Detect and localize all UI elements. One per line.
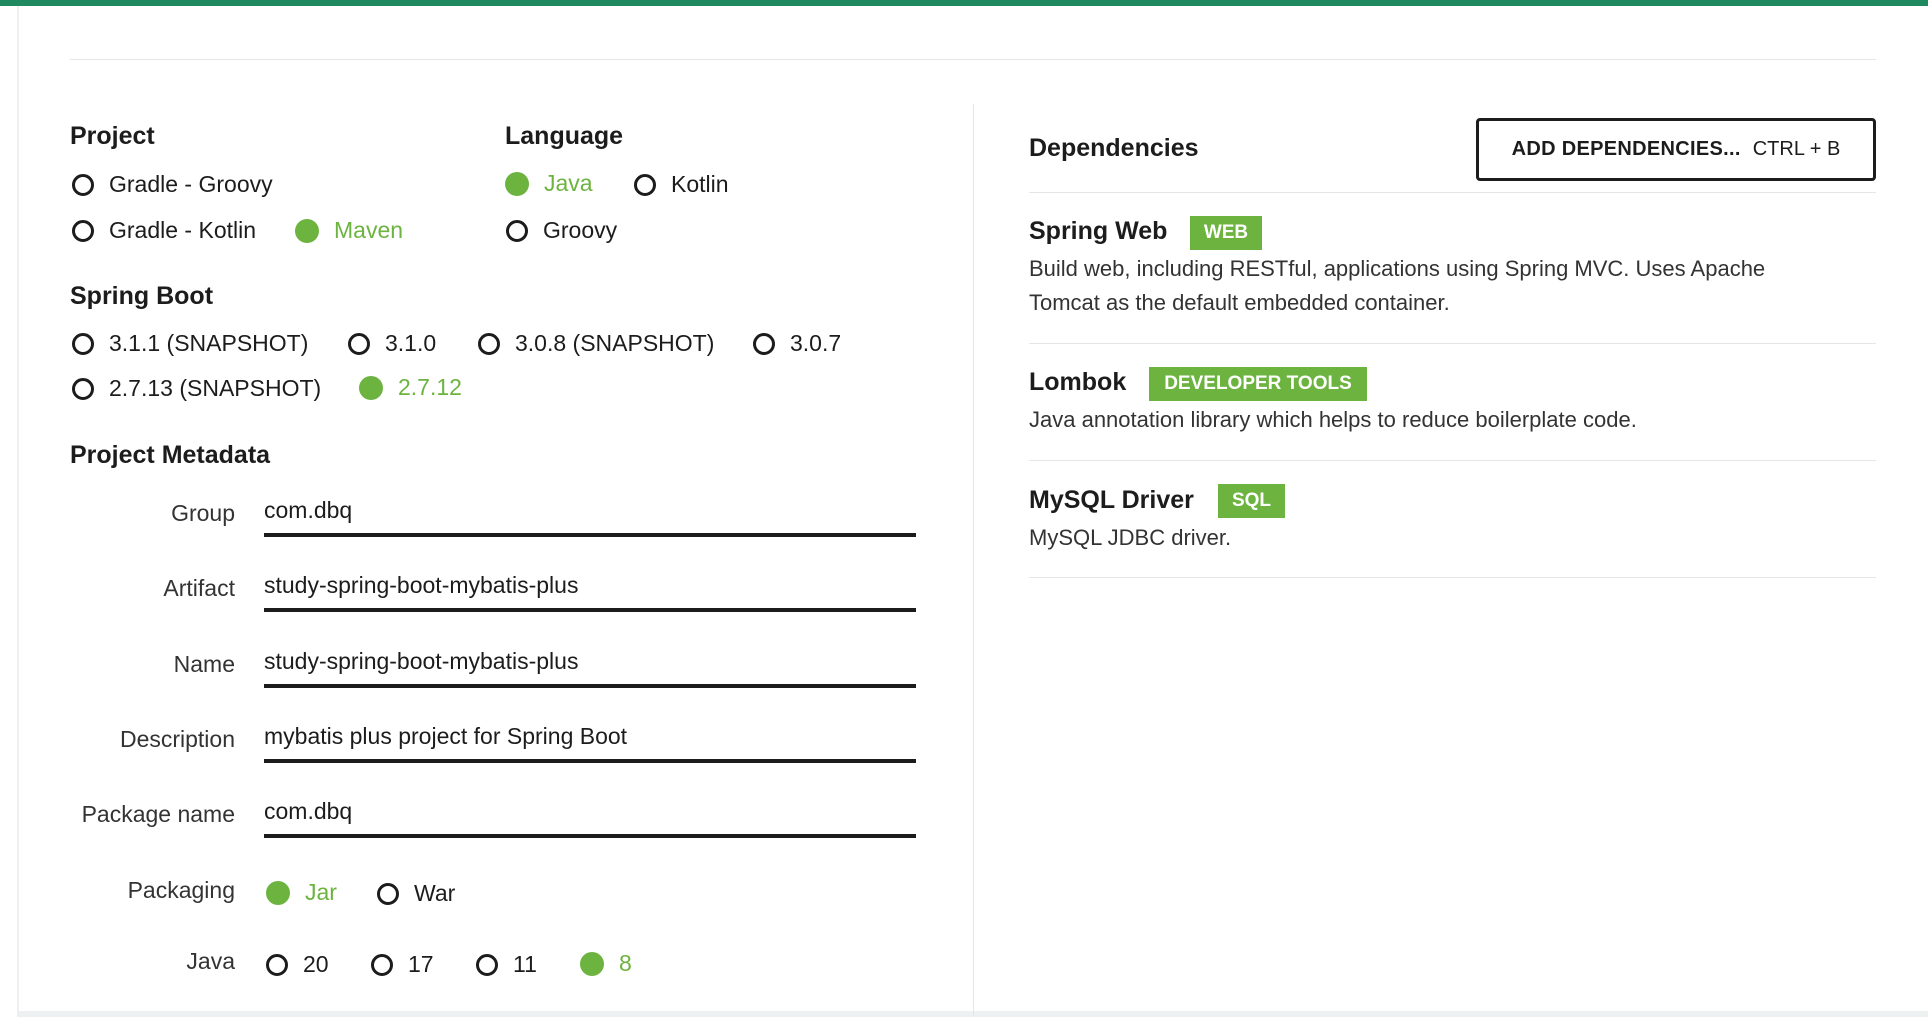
option-label: Gradle - Groovy — [109, 171, 273, 197]
radio-selected-icon — [295, 218, 319, 243]
dependency-divider — [1029, 343, 1876, 344]
spring-boot-heading: Spring Boot — [70, 282, 214, 310]
add-dependencies-button[interactable]: ADD DEPENDENCIES... CTRL + B — [1476, 118, 1876, 181]
radio-icon — [506, 219, 528, 242]
packaging-label: Packaging — [127, 877, 235, 903]
radio-icon — [371, 953, 393, 976]
language-option-java[interactable]: Java — [505, 170, 593, 197]
option-label: 8 — [619, 950, 632, 976]
project-option-maven[interactable]: Maven — [295, 217, 403, 244]
spring-boot-option-2-7-13-snapshot[interactable]: 2.7.13 (SNAPSHOT) — [72, 375, 321, 402]
option-label: Java — [544, 170, 593, 196]
add-dependencies-label: ADD DEPENDENCIES... — [1511, 138, 1741, 160]
option-label: 2.7.12 — [398, 374, 462, 400]
language-option-groovy[interactable]: Groovy — [506, 217, 617, 244]
name-label: Name — [173, 651, 235, 677]
dependency-name: Spring Web — [1029, 217, 1168, 245]
name-input[interactable] — [264, 638, 916, 688]
category-badge: DEVELOPER TOOLS — [1149, 367, 1367, 401]
option-label: Groovy — [543, 217, 618, 243]
artifact-label: Artifact — [163, 575, 235, 601]
java-option-17[interactable]: 17 — [371, 951, 434, 978]
radio-icon — [72, 219, 94, 242]
radio-icon — [634, 173, 656, 196]
project-option-gradle-kotlin[interactable]: Gradle - Kotlin — [72, 217, 256, 244]
dependency-description: Java annotation library which helps to r… — [1029, 407, 1637, 432]
radio-icon — [476, 953, 498, 976]
column-divider — [973, 104, 974, 1017]
spring-boot-option-3-1-1-snapshot[interactable]: 3.1.1 (SNAPSHOT) — [72, 330, 308, 357]
spring-boot-option-3-0-7[interactable]: 3.0.7 — [753, 330, 841, 357]
spring-boot-option-3-0-8-snapshot[interactable]: 3.0.8 (SNAPSHOT) — [478, 330, 714, 357]
java-option-8[interactable]: 8 — [580, 950, 632, 977]
java-option-11[interactable]: 11 — [476, 951, 537, 978]
radio-icon — [266, 953, 288, 976]
option-label: 3.1.1 (SNAPSHOT) — [109, 330, 309, 356]
radio-selected-icon — [359, 375, 383, 400]
option-label: Jar — [305, 879, 337, 905]
radio-selected-icon — [580, 951, 604, 976]
project-option-gradle-groovy[interactable]: Gradle - Groovy — [72, 171, 273, 198]
group-label: Group — [171, 500, 235, 526]
radio-icon — [753, 332, 775, 355]
option-label: 11 — [513, 951, 537, 977]
dependency-divider — [1029, 577, 1876, 578]
option-label: 3.0.7 — [790, 330, 842, 356]
radio-icon — [72, 377, 94, 400]
option-label: 3.1.0 — [385, 330, 437, 356]
keyboard-shortcut-label: CTRL + B — [1752, 138, 1841, 160]
dependencies-divider — [1029, 192, 1876, 193]
top-accent-bar — [0, 0, 1928, 6]
language-heading: Language — [505, 122, 624, 150]
top-divider — [70, 59, 1876, 60]
radio-selected-icon — [505, 171, 529, 196]
option-label: 17 — [408, 951, 434, 977]
option-label: 3.0.8 (SNAPSHOT) — [515, 330, 715, 356]
language-option-kotlin[interactable]: Kotlin — [634, 171, 729, 198]
dependency-name: Lombok — [1029, 368, 1127, 396]
packaging-option-war[interactable]: War — [377, 880, 455, 907]
project-metadata-heading: Project Metadata — [70, 441, 271, 469]
group-input[interactable] — [264, 487, 916, 537]
option-label: Gradle - Kotlin — [109, 217, 257, 243]
radio-icon — [348, 332, 370, 355]
artifact-input[interactable] — [264, 562, 916, 612]
category-badge: WEB — [1190, 216, 1262, 250]
radio-icon — [377, 882, 399, 905]
option-label: Kotlin — [671, 171, 729, 197]
option-label: Maven — [334, 217, 404, 243]
radio-icon — [72, 173, 94, 196]
project-heading: Project — [70, 122, 155, 150]
option-label: 2.7.13 (SNAPSHOT) — [109, 375, 322, 401]
radio-icon — [72, 332, 94, 355]
radio-selected-icon — [266, 880, 290, 905]
packaging-option-jar[interactable]: Jar — [266, 879, 337, 906]
description-label: Description — [119, 726, 235, 752]
radio-icon — [478, 332, 500, 355]
package-name-input[interactable] — [264, 788, 916, 838]
category-badge: SQL — [1218, 484, 1285, 518]
spring-boot-option-3-1-0[interactable]: 3.1.0 — [348, 330, 436, 357]
java-label: Java — [186, 948, 235, 974]
dependencies-heading: Dependencies — [1029, 134, 1199, 162]
dependency-description: MySQL JDBC driver. — [1029, 525, 1232, 550]
option-label: 20 — [303, 951, 329, 977]
package-name-label: Package name — [81, 801, 235, 827]
spring-boot-option-2-7-12[interactable]: 2.7.12 — [359, 374, 462, 401]
dependency-description: Build web, including RESTful, applicatio… — [1029, 256, 1766, 315]
dependency-name: MySQL Driver — [1029, 486, 1194, 514]
description-input[interactable] — [264, 713, 916, 763]
dependency-divider — [1029, 460, 1876, 461]
java-option-20[interactable]: 20 — [266, 951, 329, 978]
option-label: War — [414, 880, 456, 906]
